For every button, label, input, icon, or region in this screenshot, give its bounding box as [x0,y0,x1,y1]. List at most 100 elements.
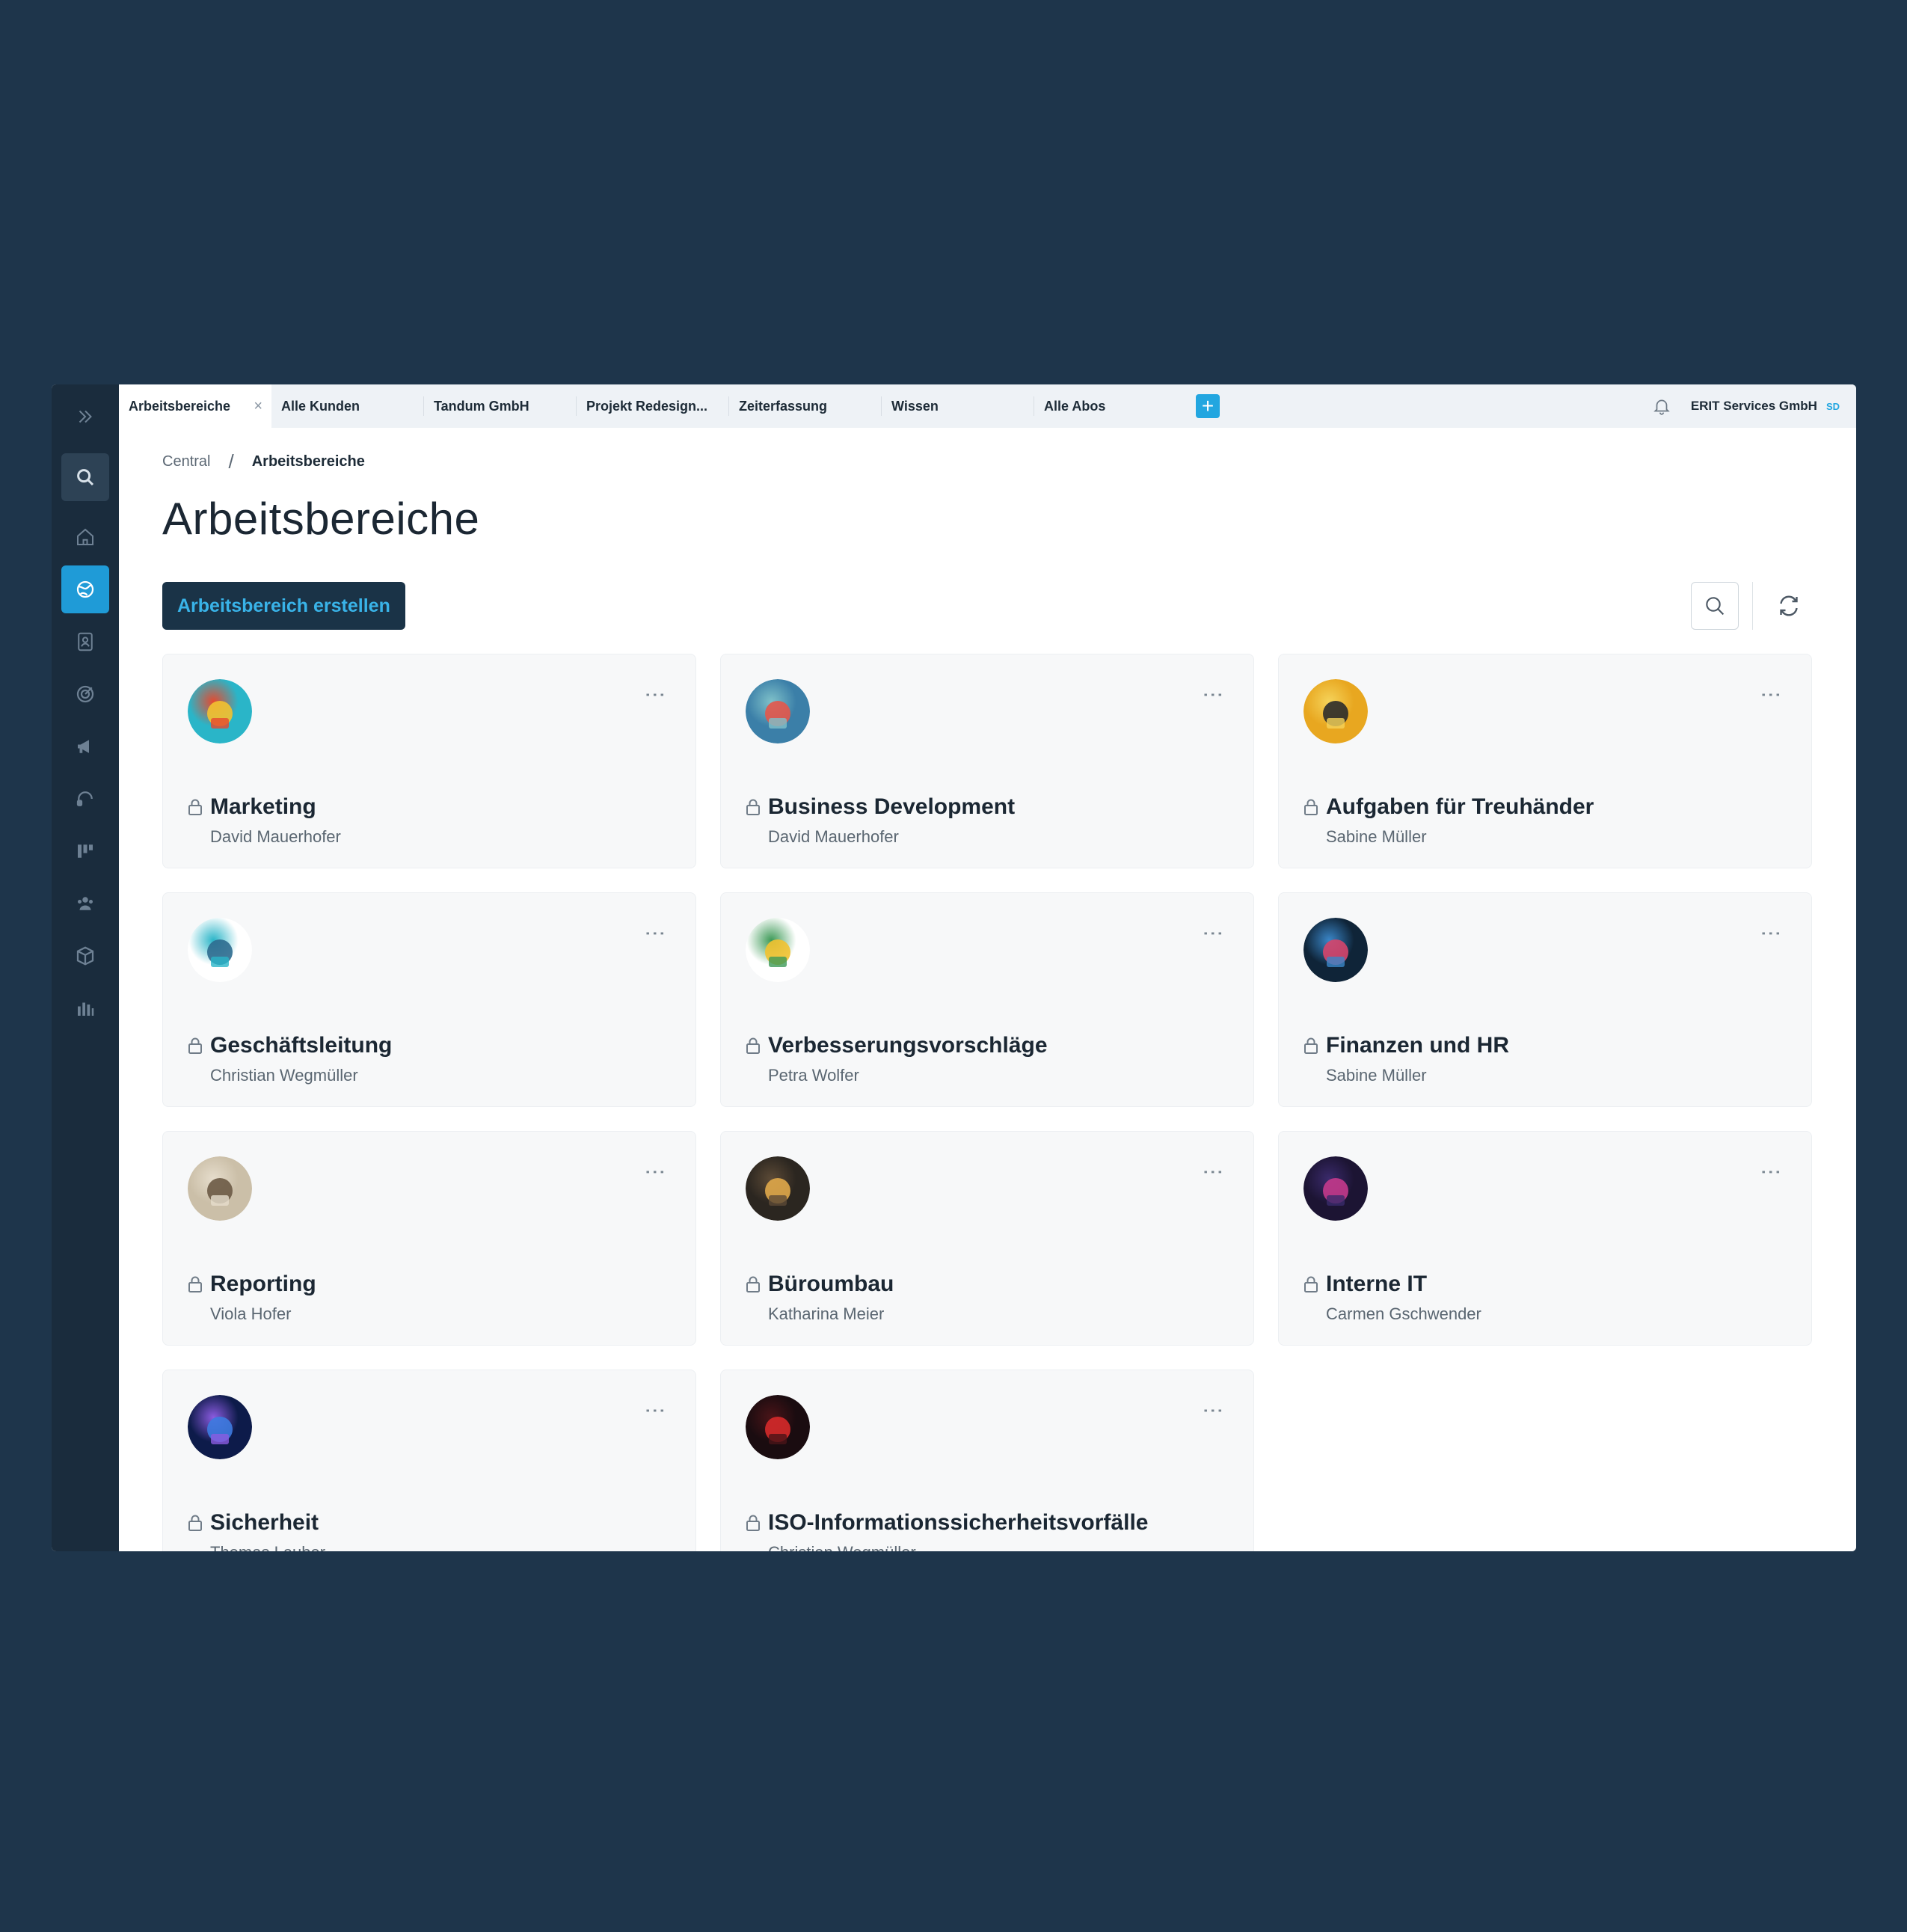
toolbar-divider [1752,582,1753,630]
workspace-card[interactable]: ⋮ ISO-Informationssicherheitsvorfälle Ch… [720,1370,1254,1551]
sidebar-item-support[interactable] [61,775,109,823]
breadcrumb-root-link[interactable]: Central [162,453,210,470]
lock-icon [188,799,202,815]
tab-label: Alle Kunden [281,398,360,414]
card-title-row: Verbesserungsvorschläge [746,1033,1048,1058]
workspace-grid: ⋮ Marketing David Mauerhofer ⋮ Business … [162,654,1813,1551]
add-tab-button[interactable]: + [1196,394,1220,418]
company-name[interactable]: ERIT Services GmbH [1691,399,1817,414]
lock-icon [1304,1276,1318,1292]
team-illustration-icon [746,679,810,743]
workspace-card[interactable]: ⋮ Büroumbau Katharina Meier [720,1131,1254,1346]
workspace-owner: Christian Wegmüller [768,1543,916,1551]
sidebar-search-button[interactable] [61,453,109,501]
security-lock-photo-icon [746,1395,810,1459]
workspace-owner: Thomas Lauber [210,1543,325,1551]
card-menu-button[interactable]: ⋮ [1202,923,1225,941]
page-content: Central / Arbeitsbereiche Arbeitsbereich… [162,428,1813,1551]
workspace-title[interactable]: Geschäftsleitung [210,1033,392,1058]
sidebar-item-workspaces[interactable] [61,565,109,613]
sidebar-item-contacts[interactable] [61,618,109,666]
megaphone-icon [78,740,89,753]
sidebar-item-campaigns[interactable] [61,723,109,770]
tab-alle-abos[interactable]: Alle Abos [1034,384,1188,428]
card-menu-button[interactable]: ⋮ [1202,1400,1225,1418]
workspace-avatar [746,679,810,743]
app-window: Arbeitsbereiche × Alle Kunden Tandum Gmb… [52,384,1856,1551]
card-title-row: Reporting [188,1272,316,1297]
workspace-card[interactable]: ⋮ Sicherheit Thomas Lauber [162,1370,696,1551]
expand-sidebar-button[interactable] [61,398,109,435]
contact-book-icon [78,632,93,651]
tab-label: Tandum GmbH [434,398,529,414]
tab-arbeitsbereiche[interactable]: Arbeitsbereiche × [119,384,271,428]
toolbar-actions [1691,582,1813,630]
workspace-title[interactable]: Finanzen und HR [1326,1033,1509,1058]
card-menu-button[interactable]: ⋮ [1202,1162,1225,1180]
card-title-row: Marketing [188,794,316,820]
search-button[interactable] [1691,582,1739,630]
sidebar-item-goals[interactable] [61,670,109,718]
search-icon [77,469,94,486]
workspace-card[interactable]: ⋮ Verbesserungsvorschläge Petra Wolfer [720,892,1254,1107]
breadcrumb: Central / Arbeitsbereiche [162,450,1813,473]
card-title-row: Interne IT [1303,1272,1427,1297]
sidebar-item-boards[interactable] [61,827,109,875]
workspace-avatar [1303,918,1368,982]
tab-label: Wissen [891,398,939,414]
workspace-card[interactable]: ⋮ Business Development David Mauerhofer [720,654,1254,868]
tab-tandum-gmbh[interactable]: Tandum GmbH [424,384,577,428]
header-right: ERIT Services GmbH SD [1652,384,1840,428]
lock-icon [746,799,760,815]
lock-icon [746,1037,760,1054]
paper-stack-photo-icon [188,1156,252,1221]
workspace-card[interactable]: ⋮ Reporting Viola Hofer [162,1131,696,1346]
presentation-illustration-icon [188,918,252,982]
breadcrumb-separator: / [228,450,234,473]
workspace-card[interactable]: ⋮ Geschäftsleitung Christian Wegmüller [162,892,696,1107]
tab-zeiterfassung[interactable]: Zeiterfassung [729,384,882,428]
sidebar-item-reports[interactable] [61,984,109,1032]
sidebar [52,384,119,1551]
workspace-title[interactable]: Sicherheit [210,1510,319,1536]
workspace-owner: Sabine Müller [1326,827,1427,846]
workspace-title[interactable]: Verbesserungsvorschläge [768,1033,1048,1058]
workspace-title[interactable]: Aufgaben für Treuhänder [1326,794,1594,820]
refresh-button[interactable] [1765,582,1813,630]
bell-icon[interactable] [1652,396,1671,416]
workspace-avatar [746,1395,810,1459]
card-menu-button[interactable]: ⋮ [644,923,667,941]
lock-icon [1304,799,1318,815]
sidebar-item-team[interactable] [61,880,109,927]
card-title-row: ISO-Informationssicherheitsvorfälle [746,1510,1148,1536]
workspace-card[interactable]: ⋮ Finanzen und HR Sabine Müller [1278,892,1812,1107]
card-title-row: Business Development [746,794,1015,820]
sidebar-item-home[interactable] [61,513,109,561]
workspace-title[interactable]: Business Development [768,794,1015,820]
workspace-card[interactable]: ⋮ Marketing David Mauerhofer [162,654,696,868]
calculator-illustration-icon [1303,679,1368,743]
card-menu-button[interactable]: ⋮ [1760,923,1783,941]
workspace-title[interactable]: Büroumbau [768,1272,894,1297]
card-menu-button[interactable]: ⋮ [644,1400,667,1418]
card-menu-button[interactable]: ⋮ [644,684,667,702]
card-menu-button[interactable]: ⋮ [644,1162,667,1180]
close-icon[interactable]: × [254,398,262,415]
user-initials-badge[interactable]: SD [1826,401,1840,412]
tab-projekt-redesign[interactable]: Projekt Redesign... [577,384,729,428]
workspace-card[interactable]: ⋮ Interne IT Carmen Gschwender [1278,1131,1812,1346]
workspace-title[interactable]: ISO-Informationssicherheitsvorfälle [768,1510,1148,1536]
workspace-title[interactable]: Reporting [210,1272,316,1297]
tab-wissen[interactable]: Wissen [882,384,1034,428]
sidebar-item-products[interactable] [61,932,109,980]
breadcrumb-current: Arbeitsbereiche [251,453,365,470]
workspace-title[interactable]: Marketing [210,794,316,820]
workspace-title[interactable]: Interne IT [1326,1272,1427,1297]
main-area: Arbeitsbereiche × Alle Kunden Tandum Gmb… [119,384,1856,1551]
create-workspace-button[interactable]: Arbeitsbereich erstellen [162,582,405,630]
card-menu-button[interactable]: ⋮ [1760,1162,1783,1180]
card-menu-button[interactable]: ⋮ [1760,684,1783,702]
workspace-card[interactable]: ⋮ Aufgaben für Treuhänder Sabine Müller [1278,654,1812,868]
card-menu-button[interactable]: ⋮ [1202,684,1225,702]
tab-alle-kunden[interactable]: Alle Kunden [271,384,424,428]
